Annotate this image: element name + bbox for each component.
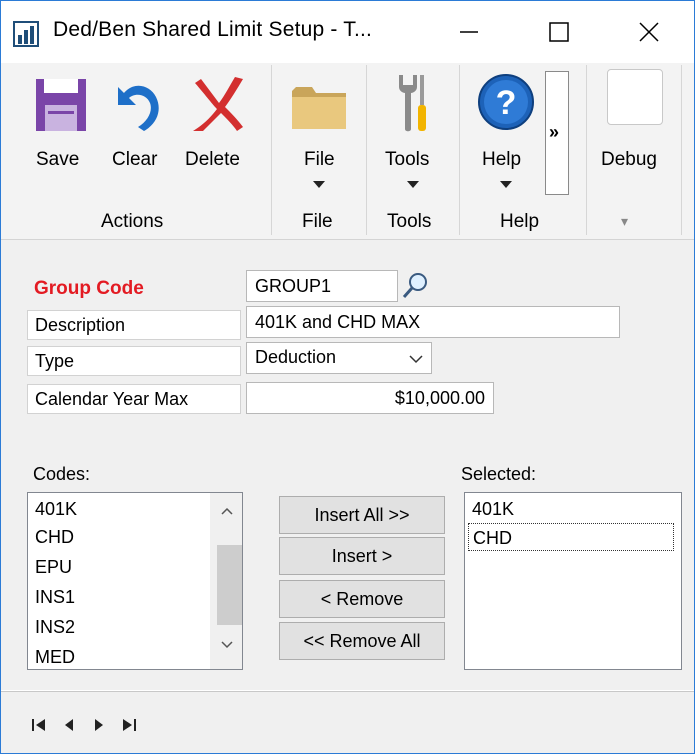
chevron-down-icon (500, 181, 512, 188)
chevron-down-icon (409, 355, 423, 364)
debug-label: Debug (601, 149, 657, 170)
wrench-screwdriver-icon (399, 75, 426, 132)
type-select-value: Deduction (255, 347, 337, 367)
group-code-label: Group Code (34, 278, 144, 299)
list-item[interactable]: MED (35, 643, 75, 669)
chevron-down-icon[interactable] (221, 641, 233, 649)
remove-button[interactable]: < Remove (279, 580, 445, 618)
blank-icon (607, 69, 663, 125)
file-label: File (304, 149, 335, 170)
list-item[interactable]: 401K (472, 495, 514, 523)
help-question-icon: ? (478, 74, 534, 130)
clear-label: Clear (112, 149, 158, 170)
debug-menu-button[interactable]: Debug (595, 63, 673, 203)
ribbon-separator (681, 65, 682, 235)
help-group-label: Help (500, 211, 540, 232)
debug-group: Debug ▾ (587, 63, 681, 239)
list-item[interactable]: CHD (35, 523, 74, 551)
clear-button[interactable]: Clear (104, 63, 174, 203)
actions-group: Save Clear Delete Actions (1, 63, 271, 239)
close-icon (639, 22, 659, 42)
form-area: Group Code GROUP1 Description 401K and C… (1, 240, 694, 690)
selected-label: Selected: (461, 464, 537, 484)
insert-all-button[interactable]: Insert All >> (279, 496, 445, 534)
record-navigation-bar (1, 691, 694, 753)
ribbon: Save Clear Delete Actions File File Tool… (1, 63, 694, 240)
type-label: Type (27, 346, 241, 376)
file-group: File File (272, 63, 366, 239)
debug-group-expander[interactable]: ▾ (621, 213, 628, 230)
remove-all-button[interactable]: << Remove All (279, 622, 445, 660)
actions-group-label: Actions (101, 211, 164, 232)
double-chevron-icon: » (549, 122, 560, 142)
folder-icon (292, 87, 346, 129)
delete-button[interactable]: Delete (177, 63, 257, 203)
next-record-icon[interactable] (93, 718, 105, 732)
file-menu-button[interactable]: File (282, 63, 356, 203)
magnifier-icon (402, 273, 427, 298)
title-bar: Ded/Ben Shared Limit Setup - T... (1, 1, 694, 63)
save-label: Save (36, 149, 80, 170)
more-button[interactable]: » (545, 71, 569, 195)
help-menu-button[interactable]: ? Help (468, 63, 544, 203)
codes-listbox[interactable]: 401K CHD EPU INS1 INS2 MED (27, 492, 243, 670)
close-button[interactable] (604, 1, 694, 63)
description-field[interactable]: 401K and CHD MAX (246, 306, 620, 338)
window-title: Ded/Ben Shared Limit Setup - T... (53, 18, 373, 41)
list-item[interactable]: EPU (35, 553, 72, 581)
type-select[interactable]: Deduction (246, 342, 432, 374)
delete-label: Delete (185, 149, 240, 170)
tools-menu-button[interactable]: Tools (375, 63, 451, 203)
save-button[interactable]: Save (23, 63, 99, 203)
minimize-button[interactable] (424, 1, 514, 63)
minimize-icon (460, 31, 478, 33)
red-x-icon (193, 77, 243, 131)
first-record-icon[interactable] (31, 718, 47, 732)
floppy-disk-icon (36, 79, 86, 131)
scrollbar-thumb[interactable] (217, 545, 242, 625)
lookup-button[interactable] (400, 270, 432, 302)
chart-icon (13, 21, 39, 47)
svg-text:?: ? (496, 84, 517, 122)
help-group: ? Help » Help (460, 63, 586, 239)
tools-group: Tools Tools (367, 63, 459, 239)
description-label: Description (27, 310, 241, 340)
selected-listbox[interactable]: 401K CHD (464, 492, 682, 670)
list-item[interactable]: INS1 (35, 583, 75, 611)
tools-group-label: Tools (387, 211, 432, 232)
undo-arrow-icon (118, 85, 159, 131)
maximize-button[interactable] (514, 1, 604, 63)
codes-scrollbar[interactable] (210, 493, 242, 669)
help-label: Help (482, 149, 522, 170)
list-item[interactable]: 401K (35, 495, 77, 523)
group-code-field[interactable]: GROUP1 (246, 270, 398, 302)
tools-label: Tools (385, 149, 430, 170)
calendar-year-max-label: Calendar Year Max (27, 384, 241, 414)
maximize-icon (549, 22, 569, 42)
list-item-selected[interactable]: CHD (468, 523, 674, 551)
list-item[interactable]: INS2 (35, 613, 75, 641)
window: Ded/Ben Shared Limit Setup - T... Save C… (0, 0, 695, 754)
insert-button[interactable]: Insert > (279, 537, 445, 575)
file-group-label: File (302, 211, 333, 232)
chevron-up-icon[interactable] (221, 507, 233, 515)
previous-record-icon[interactable] (63, 718, 75, 732)
codes-label: Codes: (33, 464, 91, 484)
last-record-icon[interactable] (121, 718, 137, 732)
chevron-down-icon (407, 181, 419, 188)
calendar-year-max-field[interactable]: $10,000.00 (246, 382, 494, 414)
chevron-down-icon (313, 181, 325, 188)
